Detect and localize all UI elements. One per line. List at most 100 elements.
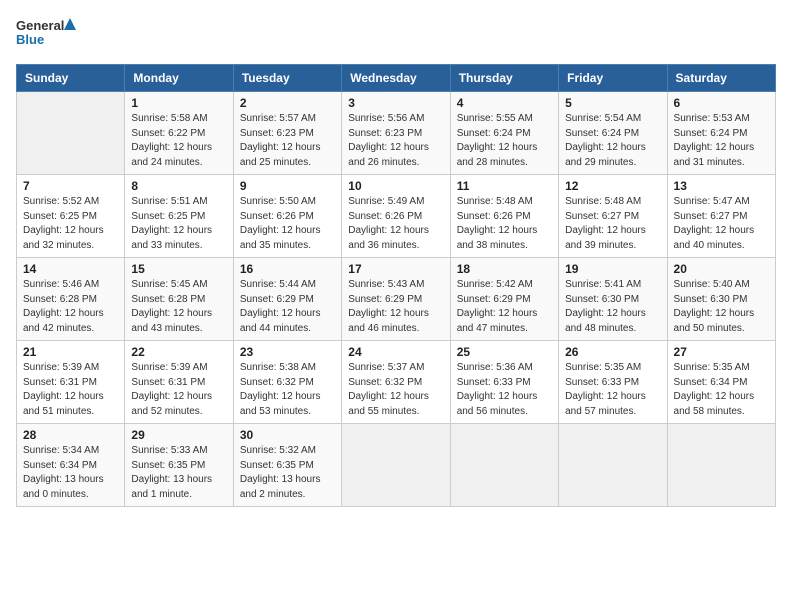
calendar-cell: 4Sunrise: 5:55 AM Sunset: 6:24 PM Daylig… <box>450 92 558 175</box>
day-info: Sunrise: 5:55 AM Sunset: 6:24 PM Dayligh… <box>457 112 552 170</box>
calendar-cell: 14 Sunrise: 5:46 AM Sunset: 6:28 PM Dayli… <box>17 258 125 341</box>
day-info: Sunrise: 5:57 AM Sunset: 6:23 PM Dayligh… <box>240 112 335 170</box>
day-info: Sunrise: 5:56 AM Sunset: 6:23 PM Dayligh… <box>348 112 443 170</box>
day-info: Sunrise: 5:49 AM Sunset: 6:26 PM Dayligh… <box>348 195 443 253</box>
day-number: 17 <box>348 262 443 276</box>
day-number: 29 <box>131 428 226 442</box>
day-info: Sunrise: 5:35 AM Sunset: 6:34 PM Dayligh… <box>674 361 769 419</box>
day-number: 3 <box>348 96 443 110</box>
day-number: 11 <box>457 179 552 193</box>
day-info: Sunrise: 5:42 AM Sunset: 6:29 PM Dayligh… <box>457 278 552 336</box>
day-info: Sunrise: 5:58 AM Sunset: 6:22 PM Dayligh… <box>131 112 226 170</box>
calendar-cell: 13 Sunrise: 5:47 AM Sunset: 6:27 PM Dayli… <box>667 175 775 258</box>
calendar-table: SundayMondayTuesdayWednesdayThursdayFrid… <box>16 64 776 507</box>
day-info: Sunrise: 5:36 AM Sunset: 6:33 PM Dayligh… <box>457 361 552 419</box>
day-number: 28 <box>23 428 118 442</box>
weekday-header-saturday: Saturday <box>667 65 775 92</box>
day-info: Sunrise: 5:51 AM Sunset: 6:25 PM Dayligh… <box>131 195 226 253</box>
weekday-header-monday: Monday <box>125 65 233 92</box>
day-number: 21 <box>23 345 118 359</box>
calendar-cell <box>450 424 558 507</box>
day-number: 2 <box>240 96 335 110</box>
calendar-cell: 26 Sunrise: 5:35 AM Sunset: 6:33 PM Dayli… <box>559 341 667 424</box>
calendar-week-row: 21 Sunrise: 5:39 AM Sunset: 6:31 PM Dayli… <box>17 341 776 424</box>
weekday-header-thursday: Thursday <box>450 65 558 92</box>
calendar-cell: 17 Sunrise: 5:43 AM Sunset: 6:29 PM Dayli… <box>342 258 450 341</box>
day-info: Sunrise: 5:48 AM Sunset: 6:27 PM Dayligh… <box>565 195 660 253</box>
day-number: 6 <box>674 96 769 110</box>
calendar-cell: 28Sunrise: 5:34 AM Sunset: 6:34 PM Dayli… <box>17 424 125 507</box>
day-number: 24 <box>348 345 443 359</box>
weekday-header-sunday: Sunday <box>17 65 125 92</box>
day-info: Sunrise: 5:39 AM Sunset: 6:31 PM Dayligh… <box>23 361 118 419</box>
day-number: 27 <box>674 345 769 359</box>
day-number: 20 <box>674 262 769 276</box>
day-info: Sunrise: 5:54 AM Sunset: 6:24 PM Dayligh… <box>565 112 660 170</box>
logo: General Blue <box>16 16 76 52</box>
day-number: 26 <box>565 345 660 359</box>
day-number: 12 <box>565 179 660 193</box>
day-info: Sunrise: 5:53 AM Sunset: 6:24 PM Dayligh… <box>674 112 769 170</box>
calendar-cell: 7Sunrise: 5:52 AM Sunset: 6:25 PM Daylig… <box>17 175 125 258</box>
day-number: 22 <box>131 345 226 359</box>
day-number: 8 <box>131 179 226 193</box>
day-info: Sunrise: 5:37 AM Sunset: 6:32 PM Dayligh… <box>348 361 443 419</box>
weekday-header-wednesday: Wednesday <box>342 65 450 92</box>
day-number: 10 <box>348 179 443 193</box>
page-header: General Blue <box>16 16 776 52</box>
calendar-cell: 9 Sunrise: 5:50 AM Sunset: 6:26 PM Daylig… <box>233 175 341 258</box>
calendar-cell: 20Sunrise: 5:40 AM Sunset: 6:30 PM Dayli… <box>667 258 775 341</box>
calendar-cell: 25 Sunrise: 5:36 AM Sunset: 6:33 PM Dayli… <box>450 341 558 424</box>
calendar-cell: 29 Sunrise: 5:33 AM Sunset: 6:35 PM Dayli… <box>125 424 233 507</box>
calendar-cell: 2 Sunrise: 5:57 AM Sunset: 6:23 PM Daylig… <box>233 92 341 175</box>
day-info: Sunrise: 5:48 AM Sunset: 6:26 PM Dayligh… <box>457 195 552 253</box>
calendar-cell: 1 Sunrise: 5:58 AM Sunset: 6:22 PM Daylig… <box>125 92 233 175</box>
calendar-cell: 18Sunrise: 5:42 AM Sunset: 6:29 PM Dayli… <box>450 258 558 341</box>
day-number: 13 <box>674 179 769 193</box>
calendar-cell <box>342 424 450 507</box>
svg-text:General: General <box>16 18 64 33</box>
day-info: Sunrise: 5:32 AM Sunset: 6:35 PM Dayligh… <box>240 444 335 502</box>
day-info: Sunrise: 5:50 AM Sunset: 6:26 PM Dayligh… <box>240 195 335 253</box>
calendar-cell: 3 Sunrise: 5:56 AM Sunset: 6:23 PM Daylig… <box>342 92 450 175</box>
calendar-cell <box>17 92 125 175</box>
day-number: 25 <box>457 345 552 359</box>
day-number: 15 <box>131 262 226 276</box>
day-info: Sunrise: 5:35 AM Sunset: 6:33 PM Dayligh… <box>565 361 660 419</box>
calendar-week-row: 7Sunrise: 5:52 AM Sunset: 6:25 PM Daylig… <box>17 175 776 258</box>
calendar-cell: 27 Sunrise: 5:35 AM Sunset: 6:34 PM Dayli… <box>667 341 775 424</box>
calendar-cell: 16Sunrise: 5:44 AM Sunset: 6:29 PM Dayli… <box>233 258 341 341</box>
calendar-cell <box>559 424 667 507</box>
calendar-cell: 22 Sunrise: 5:39 AM Sunset: 6:31 PM Dayli… <box>125 341 233 424</box>
day-number: 30 <box>240 428 335 442</box>
day-info: Sunrise: 5:43 AM Sunset: 6:29 PM Dayligh… <box>348 278 443 336</box>
day-number: 16 <box>240 262 335 276</box>
calendar-cell: 24 Sunrise: 5:37 AM Sunset: 6:32 PM Dayli… <box>342 341 450 424</box>
svg-text:Blue: Blue <box>16 32 44 47</box>
day-info: Sunrise: 5:46 AM Sunset: 6:28 PM Dayligh… <box>23 278 118 336</box>
day-info: Sunrise: 5:39 AM Sunset: 6:31 PM Dayligh… <box>131 361 226 419</box>
weekday-header-tuesday: Tuesday <box>233 65 341 92</box>
day-info: Sunrise: 5:41 AM Sunset: 6:30 PM Dayligh… <box>565 278 660 336</box>
calendar-cell: 21 Sunrise: 5:39 AM Sunset: 6:31 PM Dayli… <box>17 341 125 424</box>
day-info: Sunrise: 5:45 AM Sunset: 6:28 PM Dayligh… <box>131 278 226 336</box>
day-number: 19 <box>565 262 660 276</box>
logo-svg: General Blue <box>16 16 76 52</box>
weekday-header-row: SundayMondayTuesdayWednesdayThursdayFrid… <box>17 65 776 92</box>
calendar-cell: 15 Sunrise: 5:45 AM Sunset: 6:28 PM Dayli… <box>125 258 233 341</box>
calendar-cell: 11 Sunrise: 5:48 AM Sunset: 6:26 PM Dayli… <box>450 175 558 258</box>
day-number: 1 <box>131 96 226 110</box>
day-info: Sunrise: 5:52 AM Sunset: 6:25 PM Dayligh… <box>23 195 118 253</box>
day-info: Sunrise: 5:33 AM Sunset: 6:35 PM Dayligh… <box>131 444 226 502</box>
calendar-cell: 6 Sunrise: 5:53 AM Sunset: 6:24 PM Daylig… <box>667 92 775 175</box>
calendar-cell: 5 Sunrise: 5:54 AM Sunset: 6:24 PM Daylig… <box>559 92 667 175</box>
day-info: Sunrise: 5:38 AM Sunset: 6:32 PM Dayligh… <box>240 361 335 419</box>
calendar-cell: 19 Sunrise: 5:41 AM Sunset: 6:30 PM Dayli… <box>559 258 667 341</box>
calendar-cell: 23Sunrise: 5:38 AM Sunset: 6:32 PM Dayli… <box>233 341 341 424</box>
day-number: 14 <box>23 262 118 276</box>
calendar-week-row: 14 Sunrise: 5:46 AM Sunset: 6:28 PM Dayli… <box>17 258 776 341</box>
calendar-cell <box>667 424 775 507</box>
day-number: 9 <box>240 179 335 193</box>
day-info: Sunrise: 5:47 AM Sunset: 6:27 PM Dayligh… <box>674 195 769 253</box>
day-number: 5 <box>565 96 660 110</box>
